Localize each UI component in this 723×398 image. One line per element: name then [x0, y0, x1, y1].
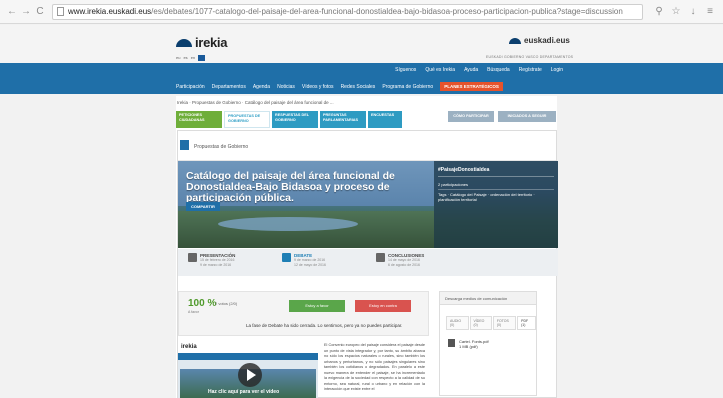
nav-videos-photos[interactable]: Vídeos y fotos	[302, 84, 334, 90]
follow-button[interactable]: INICIADOS A SEGUIR	[498, 111, 556, 122]
participation-count: 2 participaciones	[438, 180, 554, 190]
vote-no-button[interactable]: Estoy en contra	[355, 300, 411, 312]
video-thumbnail[interactable]: irekia Haz clic aquí para ver el vídeo	[178, 341, 318, 398]
tab-parliamentary-questions[interactable]: PREGUNTAS PARLAMENTARIAS	[320, 111, 366, 128]
nav-agenda[interactable]: Agenda	[253, 84, 270, 90]
search-icon[interactable]: ⚲	[652, 5, 666, 19]
phase-presentation[interactable]: PRESENTACIÓN 15 de febrero de 2016 9 de …	[188, 253, 235, 267]
breadcrumb[interactable]: Irekia · Propuestas de Gobierno · Catálo…	[177, 100, 334, 105]
media-download-panel: Descarga medios de comunicación AUDIO (0…	[439, 291, 537, 396]
euskadi-logo-text: euskadi.eus	[524, 36, 570, 45]
irekia-logo[interactable]: irekia	[176, 35, 227, 50]
irekia-logo-text: irekia	[195, 35, 228, 50]
hero-image-water	[218, 217, 358, 231]
star-icon[interactable]: ☆	[669, 5, 683, 19]
video-site-header: irekia	[178, 341, 318, 353]
download-icon[interactable]: ↓	[686, 5, 700, 19]
tab-photos[interactable]: FOTOS (0)	[492, 316, 517, 330]
hashtag[interactable]: #PaisajeDonostialdea	[438, 167, 554, 177]
util-link-login[interactable]: Login	[551, 67, 563, 73]
presentation-icon	[188, 253, 197, 262]
phase-dates: 14 de mayo de 2016 6 de agosto de 2016	[388, 258, 420, 267]
section-tabs: PETICIONES CIUDADANAS PROPUESTAS DE GOBI…	[176, 111, 402, 128]
how-to-participate-button[interactable]: CÓMO PARTICIPAR	[448, 111, 494, 122]
site-header: irekia eu es en euskadi.eus EUSKADI GOBI…	[0, 25, 723, 63]
nav-strategic-plans[interactable]: PLANES ESTRATÉGICOS	[440, 82, 503, 91]
tab-audio[interactable]: AUDIO (0)	[446, 316, 469, 330]
util-link-search[interactable]: Búsqueda	[487, 67, 510, 73]
nav-departments[interactable]: Departamentos	[212, 84, 246, 90]
tab-surveys[interactable]: ENCUESTAS	[368, 111, 402, 128]
tab-citizen-petitions[interactable]: PETICIONES CIUDADANAS	[176, 111, 222, 128]
phase-dates: 9 de marzo de 2016 12 de mayo de 2016	[294, 258, 326, 267]
media-panel-title: Descarga medios de comunicación	[440, 292, 536, 305]
vote-yes-button[interactable]: Estoy a favor	[289, 300, 345, 312]
conclusions-icon	[376, 253, 385, 262]
menu-icon[interactable]: ≡	[703, 5, 717, 19]
euskadi-logo[interactable]: euskadi.eus	[509, 36, 570, 45]
nav-government-program[interactable]: Programa de Gobierno	[382, 84, 433, 90]
support-percentage: 100 %	[188, 298, 217, 309]
util-link-help[interactable]: Ayuda	[464, 67, 478, 73]
lang-es[interactable]: es	[183, 55, 187, 61]
voting-panel: 100 % 2 votos (2/0) A favor Estoy a favo…	[178, 291, 429, 336]
tab-pdf[interactable]: PDF (1)	[517, 316, 536, 330]
url-domain: www.irekia.euskadi.eus	[68, 7, 152, 16]
content-area: Irekia · Propuestas de Gobierno · Catálo…	[176, 96, 558, 398]
vote-count: 2 votos (2/0)	[215, 301, 238, 306]
util-link-what-is-irekia[interactable]: Qué es Irekia	[425, 67, 455, 73]
lang-eu[interactable]: eu	[176, 55, 180, 61]
video-irekia-logo: irekia	[181, 344, 197, 350]
main-navigation: Síguenos Qué es Irekia Ayuda Búsqueda Re…	[0, 63, 723, 94]
section-title: Propuestas de Gobierno	[194, 144, 249, 150]
euskadi-logo-icon	[509, 37, 521, 44]
reload-button[interactable]: C	[34, 6, 46, 18]
nav-news[interactable]: Noticias	[277, 84, 295, 90]
address-bar[interactable]: www.irekia.euskadi.eus /es/debates/1077-…	[52, 3, 643, 20]
phase-timeline: PRESENTACIÓN 15 de febrero de 2016 9 de …	[178, 249, 558, 276]
video-site-nav	[178, 353, 318, 360]
phase-dates: 15 de febrero de 2016 9 de marzo de 2016	[200, 258, 235, 267]
card-header: Propuestas de Gobierno	[178, 131, 556, 161]
url-path: /es/debates/1077-catalogo-del-paisaje-de…	[151, 7, 623, 16]
debate-icon	[282, 253, 291, 262]
lang-en[interactable]: en	[191, 55, 195, 61]
tags-list[interactable]: Tags · Catálogo del Paisaje · ordenación…	[438, 190, 554, 202]
media-tabs: AUDIO (0) VÍDEO (0) FOTOS (0) PDF (1)	[446, 316, 536, 330]
tab-government-proposals[interactable]: PROPUESTAS DE GOBIERNO	[224, 111, 270, 128]
phase-debate[interactable]: DEBATE 9 de marzo de 2016 12 de mayo de …	[282, 253, 326, 267]
phase-closed-message: La fase de Debate ha sido cerrada. Lo se…	[246, 323, 403, 328]
tab-video[interactable]: VÍDEO (0)	[469, 316, 492, 330]
proposal-title: Catálogo del paisaje del área funcional …	[186, 170, 395, 204]
video-caption: Haz clic aquí para ver el vídeo	[208, 389, 280, 395]
proposal-card: Propuestas de Gobierno Catálogo del pais…	[177, 130, 558, 398]
favor-label: A favor	[188, 310, 199, 314]
back-button[interactable]: ←	[6, 6, 18, 18]
nav-participation[interactable]: Participación	[176, 84, 205, 90]
utility-links: Síguenos Qué es Irekia Ayuda Búsqueda Re…	[395, 67, 563, 73]
pdf-file-name[interactable]: Cartel. Fonts.pdf 1 MB (pdf)	[459, 339, 489, 349]
phase-conclusions[interactable]: CONCLUSIONES 14 de mayo de 2016 6 de ago…	[376, 253, 424, 267]
share-button[interactable]: COMPARTIR	[186, 202, 220, 211]
pdf-file-item[interactable]: Cartel. Fonts.pdf 1 MB (pdf)	[448, 339, 489, 349]
language-selector: eu es en	[176, 55, 206, 61]
social-follow-link[interactable]: Síguenos	[395, 67, 416, 73]
accessibility-icon[interactable]	[198, 55, 206, 61]
forward-button[interactable]: →	[20, 6, 32, 18]
hero-info-panel: #PaisajeDonostialdea 2 participaciones T…	[434, 161, 558, 248]
pdf-icon	[448, 339, 455, 347]
play-icon[interactable]	[238, 363, 262, 387]
irekia-logo-icon	[176, 38, 192, 47]
proposal-description: El Convenio europeo del paisaje consider…	[324, 343, 425, 391]
hero-banner: Catálogo del paisaje del área funcional …	[178, 161, 558, 248]
tab-government-answers[interactable]: RESPUESTAS DEL GOBIERNO	[272, 111, 318, 128]
document-icon	[180, 140, 189, 150]
util-link-register[interactable]: Regístrate	[519, 67, 542, 73]
government-links[interactable]: EUSKADI GOBIERNO VASCO DEPARTAMENTOS	[486, 55, 573, 59]
browser-toolbar: ← → C www.irekia.euskadi.eus /es/debates…	[0, 0, 723, 24]
nav-social-networks[interactable]: Redes Sociales	[341, 84, 376, 90]
main-menu: Participación Departamentos Agenda Notic…	[176, 82, 503, 91]
page-icon	[57, 7, 64, 16]
